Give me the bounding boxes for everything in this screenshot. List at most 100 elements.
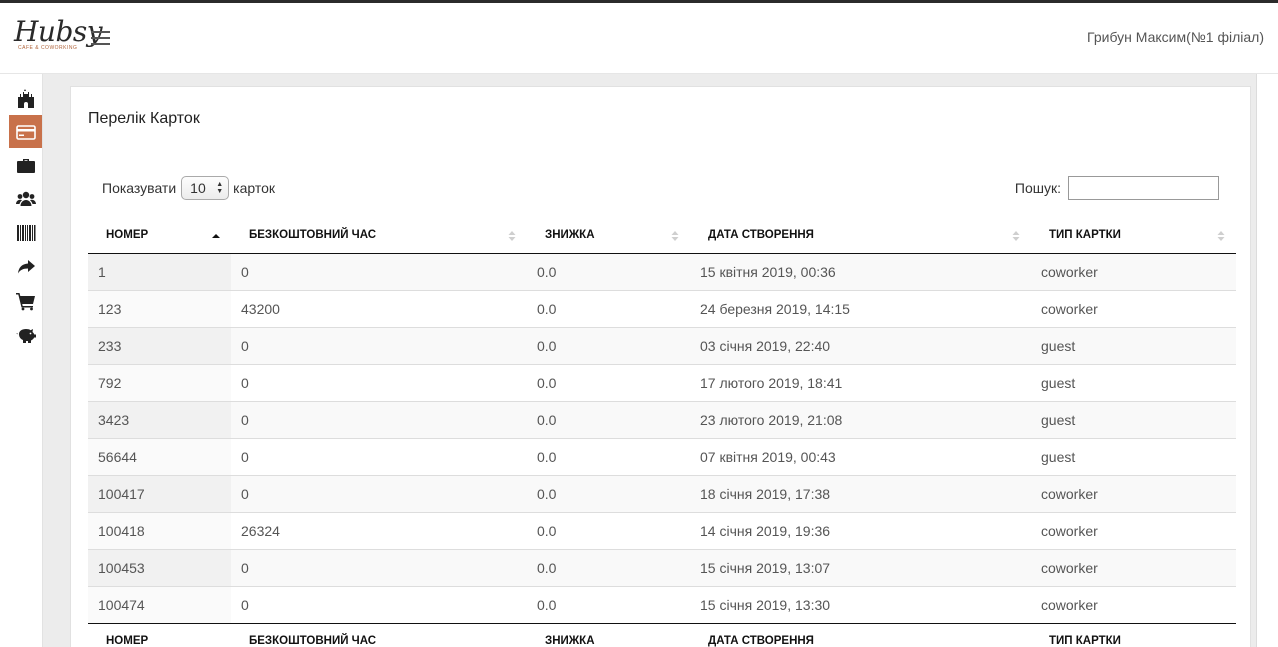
page-length-control: Показувати 10 ▲ ▼ карток: [102, 176, 275, 200]
cell-card-type: guest: [1031, 437, 1236, 475]
cell-free-time: 0: [231, 585, 527, 623]
cell-discount: 0.0: [527, 548, 690, 586]
cell-created-date: 18 січня 2019, 17:38: [690, 474, 1031, 512]
cell-number: 1: [88, 253, 231, 290]
credit-card-icon: [15, 124, 36, 140]
search-input[interactable]: [1068, 176, 1219, 200]
sidebar-item-sales[interactable]: [9, 284, 42, 317]
page-title: Перелік Карток: [88, 110, 200, 127]
cell-discount: 0.0: [527, 511, 690, 549]
table-row[interactable]: 56644 0 0.0 07 квітня 2019, 00:43 guest: [88, 437, 1236, 475]
sidebar: [0, 74, 43, 647]
sidebar-item-transfers[interactable]: [9, 250, 42, 283]
table-row[interactable]: 100417 0 0.0 18 січня 2019, 17:38 coworker: [88, 474, 1236, 512]
column-header-created-date[interactable]: ДАТА СТВОРЕННЯ: [690, 217, 1031, 254]
cell-created-date: 15 січня 2019, 13:30: [690, 585, 1031, 623]
logo-text: Hubsy: [14, 15, 103, 48]
table-row[interactable]: 100418 26324 0.0 14 січня 2019, 19:36 cowork…: [88, 511, 1236, 549]
sidebar-item-finances[interactable]: [9, 318, 42, 351]
table-row[interactable]: 123 43200 0.0 24 березня 2019, 14:15 coworke…: [88, 289, 1236, 327]
cell-created-date: 15 квітня 2019, 00:36: [690, 253, 1031, 290]
footer-header-number[interactable]: НОМЕР: [88, 622, 231, 647]
cell-number: 100417: [88, 474, 231, 512]
cell-number: 233: [88, 326, 231, 364]
cell-card-type: coworker: [1031, 474, 1236, 512]
column-header-free-time[interactable]: БЕЗКОШТОВНИЙ ЧАС: [231, 217, 527, 254]
sort-both-icon: [1217, 231, 1225, 241]
top-navbar: Hubsy CAFE & COWORKING Грибун Максим(№1 …: [0, 3, 1278, 74]
cell-free-time: 0: [231, 253, 527, 290]
cell-number: 100453: [88, 548, 231, 586]
sidebar-item-cards[interactable]: [9, 115, 42, 148]
sort-asc-icon: [212, 234, 220, 238]
cell-discount: 0.0: [527, 474, 690, 512]
cell-number: 123: [88, 289, 231, 327]
cell-discount: 0.0: [527, 326, 690, 364]
cell-created-date: 24 березня 2019, 14:15: [690, 289, 1031, 327]
cell-free-time: 26324: [231, 511, 527, 549]
cell-card-type: coworker: [1031, 548, 1236, 586]
cell-number: 100474: [88, 585, 231, 623]
table-row[interactable]: 233 0 0.0 03 січня 2019, 22:40 guest: [88, 326, 1236, 364]
cell-discount: 0.0: [527, 585, 690, 623]
cell-created-date: 14 січня 2019, 19:36: [690, 511, 1031, 549]
cards-table: НОМЕР БЕЗКОШТОВНИЙ ЧАС ЗНИЖКА ДАТА СТВОР…: [88, 217, 1236, 647]
castle-icon: [17, 88, 34, 108]
scrollbar-track[interactable]: [1256, 74, 1278, 647]
search-control: Пошук:: [1015, 176, 1219, 200]
user-menu[interactable]: Грибун Максим(№1 філіал): [1087, 29, 1264, 45]
users-icon: [15, 191, 36, 206]
sidebar-item-services[interactable]: [9, 148, 42, 181]
footer-header-card-type[interactable]: ТИП КАРТКИ: [1031, 622, 1236, 647]
cell-created-date: 23 лютого 2019, 21:08: [690, 400, 1031, 438]
cell-card-type: guest: [1031, 326, 1236, 364]
table-row[interactable]: 3423 0 0.0 23 лютого 2019, 21:08 guest: [88, 400, 1236, 438]
table-row[interactable]: 100453 0 0.0 15 січня 2019, 13:07 coworker: [88, 548, 1236, 586]
sort-both-icon: [671, 231, 679, 241]
cell-card-type: coworker: [1031, 289, 1236, 327]
cell-free-time: 0: [231, 363, 527, 401]
select-arrows-icon: ▲ ▼: [216, 181, 224, 195]
entries-label: карток: [233, 180, 276, 196]
sidebar-item-clients[interactable]: [9, 182, 42, 215]
table-row[interactable]: 792 0 0.0 17 лютого 2019, 18:41 guest: [88, 363, 1236, 401]
cell-card-type: coworker: [1031, 511, 1236, 549]
cell-free-time: 0: [231, 437, 527, 475]
table-body: 1 0 0.0 15 квітня 2019, 00:36 coworker 123 432…: [88, 253, 1236, 623]
column-header-number[interactable]: НОМЕР: [88, 217, 231, 254]
cell-number: 100418: [88, 511, 231, 549]
cell-number: 56644: [88, 437, 231, 475]
column-header-discount[interactable]: ЗНИЖКА: [527, 217, 690, 254]
cell-free-time: 0: [231, 400, 527, 438]
menu-toggle-icon[interactable]: [91, 31, 110, 45]
cell-card-type: coworker: [1031, 585, 1236, 623]
page-size-select[interactable]: 10 ▲ ▼: [181, 176, 230, 200]
cell-created-date: 15 січня 2019, 13:07: [690, 548, 1031, 586]
cell-card-type: coworker: [1031, 253, 1236, 290]
cell-created-date: 03 січня 2019, 22:40: [690, 326, 1031, 364]
sort-both-icon: [508, 231, 516, 241]
piggy-bank-icon: [15, 328, 36, 343]
share-arrow-icon: [17, 259, 35, 273]
sidebar-item-home[interactable]: [9, 82, 42, 115]
footer-header-discount[interactable]: ЗНИЖКА: [527, 622, 690, 647]
cell-free-time: 0: [231, 326, 527, 364]
cell-free-time: 0: [231, 474, 527, 512]
cell-created-date: 17 лютого 2019, 18:41: [690, 363, 1031, 401]
search-label: Пошук:: [1014, 180, 1061, 196]
barcode-icon: [16, 224, 35, 241]
show-label: Показувати: [102, 180, 177, 196]
footer-header-created-date[interactable]: ДАТА СТВОРЕННЯ: [690, 622, 1031, 647]
table-row[interactable]: 1 0 0.0 15 квітня 2019, 00:36 coworker: [88, 253, 1236, 290]
cell-card-type: guest: [1031, 400, 1236, 438]
footer-header-free-time[interactable]: БЕЗКОШТОВНИЙ ЧАС: [231, 622, 527, 647]
sidebar-item-products[interactable]: [9, 216, 42, 249]
page-size-value: 10: [190, 180, 206, 196]
cell-discount: 0.0: [527, 289, 690, 327]
cart-icon: [15, 292, 35, 310]
hubsy-logo[interactable]: Hubsy CAFE & COWORKING: [14, 15, 103, 57]
cell-discount: 0.0: [527, 400, 690, 438]
logo-subtext: CAFE & COWORKING: [18, 45, 78, 51]
table-row[interactable]: 100474 0 0.0 15 січня 2019, 13:30 coworker: [88, 585, 1236, 623]
column-header-card-type[interactable]: ТИП КАРТКИ: [1031, 217, 1236, 254]
